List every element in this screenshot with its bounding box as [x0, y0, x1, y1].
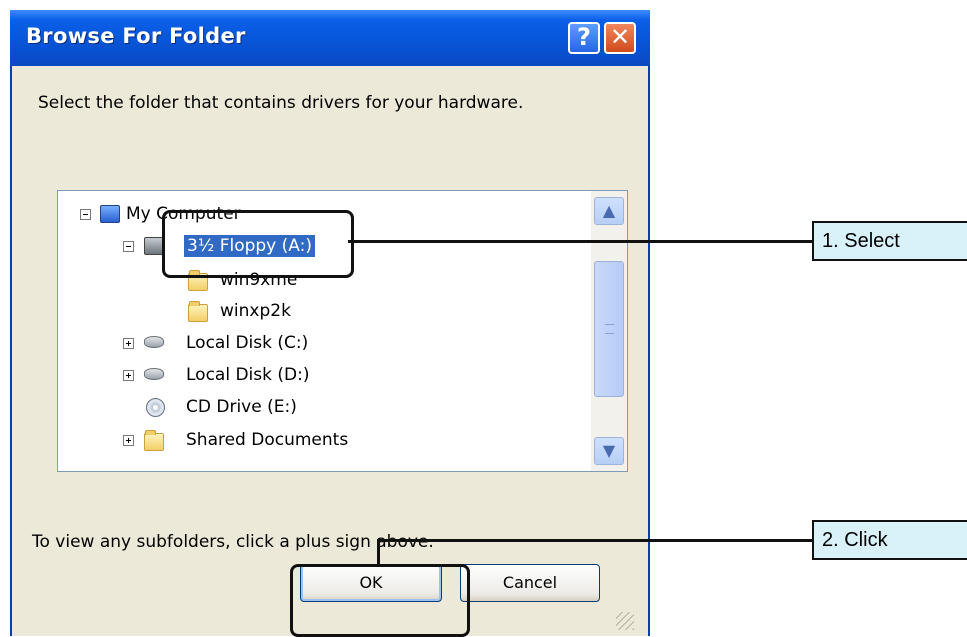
- expand-icon[interactable]: [123, 435, 134, 446]
- cd-drive-icon: [146, 398, 165, 417]
- hard-disk-icon: [144, 336, 164, 348]
- tree-item-label: Shared Documents: [186, 430, 349, 450]
- close-button[interactable]: ✕: [604, 22, 636, 54]
- tree-item-shared-documents[interactable]: Shared Documents: [58, 427, 588, 455]
- tree-item-winxp2k[interactable]: winxp2k: [58, 298, 588, 326]
- cancel-button[interactable]: Cancel: [460, 564, 600, 602]
- resize-grip-icon[interactable]: [616, 612, 634, 630]
- collapse-icon[interactable]: [80, 209, 91, 220]
- scroll-up-icon[interactable]: ▲: [594, 197, 624, 225]
- folder-icon: [144, 430, 164, 451]
- help-button[interactable]: ?: [568, 22, 600, 54]
- hard-disk-icon: [144, 368, 164, 380]
- callout-click: 2. Click: [812, 520, 967, 560]
- tree-item-label: CD Drive (E:): [186, 397, 297, 417]
- tree-item-cd-drive[interactable]: CD Drive (E:): [58, 394, 588, 422]
- expand-icon[interactable]: [123, 370, 134, 381]
- expand-icon[interactable]: [123, 338, 134, 349]
- grip-icon: [605, 324, 614, 334]
- callout-leader-line: [348, 240, 812, 243]
- scroll-down-icon[interactable]: ▼: [594, 437, 624, 465]
- tree-item-local-disk-d[interactable]: Local Disk (D:): [58, 362, 588, 390]
- tree-item-label: winxp2k: [220, 301, 291, 321]
- browse-for-folder-dialog: Browse For Folder ? ✕ Select the folder …: [10, 10, 650, 636]
- ok-highlight-box: [290, 564, 470, 637]
- title-bar[interactable]: Browse For Folder ? ✕: [10, 10, 650, 66]
- vertical-scrollbar[interactable]: ▲ ▼: [591, 191, 627, 471]
- floppy-drive-icon: [144, 237, 164, 255]
- selection-highlight-box: [162, 210, 354, 278]
- dialog-prompt: Select the folder that contains drivers …: [38, 93, 524, 113]
- callout-select: 1. Select: [812, 221, 967, 261]
- tree-item-local-disk-c[interactable]: Local Disk (C:): [58, 330, 588, 358]
- collapse-icon[interactable]: [123, 241, 134, 252]
- tree-item-label: Local Disk (C:): [186, 333, 309, 353]
- callout-leader-line: [377, 539, 812, 542]
- callout-leader-line: [377, 539, 380, 565]
- folder-icon: [188, 301, 208, 322]
- tree-item-label: Local Disk (D:): [186, 365, 310, 385]
- scroll-thumb[interactable]: [594, 261, 624, 397]
- dialog-title: Browse For Folder: [26, 24, 246, 48]
- subfolder-hint: To view any subfolders, click a plus sig…: [32, 532, 434, 552]
- computer-icon: [100, 205, 120, 223]
